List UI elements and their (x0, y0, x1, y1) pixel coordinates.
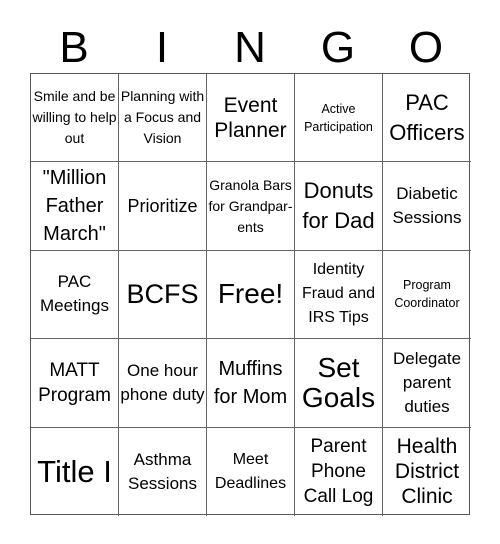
bingo-cell[interactable]: PAC Officers (383, 74, 471, 163)
cell-text: Diabetic Sessions (392, 184, 462, 228)
cell-text: Planning with a Focus and Vision (120, 88, 205, 147)
bingo-cell[interactable]: Active Participation (295, 74, 383, 163)
bingo-cell[interactable]: One hour phone duty (119, 339, 207, 428)
header-letter-i: I (155, 23, 169, 72)
bingo-cell[interactable]: Delegate parent duties (383, 339, 471, 428)
bingo-cell[interactable]: Program Coordinator (383, 251, 471, 340)
bingo-card-grid: Smile and be willing to help out Plannin… (30, 73, 471, 516)
cell-text: Program Coordinator (394, 278, 460, 311)
cell-text: PAC Meetings (40, 272, 109, 316)
cell-text: Granola Bars for Grandpar-ents (208, 176, 293, 235)
header-letter-o: O (408, 23, 444, 72)
cell-text: BCFS (126, 278, 199, 309)
cell-text: Title I (37, 453, 112, 489)
bingo-cell[interactable]: MATT Program (31, 339, 119, 428)
cell-text: Event Planner (214, 93, 287, 142)
cell-text: Identity Fraud and IRS Tips (302, 261, 375, 327)
cell-text: Meet Deadlines (214, 450, 287, 492)
bingo-cell[interactable]: Title I (31, 427, 119, 516)
bingo-cell[interactable]: "Million Father March" (31, 162, 119, 251)
cell-text: MATT Program (38, 359, 111, 406)
bingo-cell[interactable]: Set Goals (295, 339, 383, 428)
bingo-cell[interactable]: Meet Deadlines (207, 427, 295, 516)
bingo-cell[interactable]: PAC Meetings (31, 250, 119, 340)
header-letter-b: B (59, 23, 89, 72)
header-letter-g: G (320, 23, 356, 72)
bingo-cell[interactable]: Health District Clinic (383, 428, 471, 516)
bingo-cell[interactable]: Donuts for Dad (295, 162, 383, 251)
cell-text: PAC Officers (389, 89, 465, 145)
cell-text: Free! (217, 278, 284, 310)
cell-text: Muffins for Mom (213, 357, 288, 408)
cell-text: Prioritize (127, 196, 198, 217)
bingo-cell[interactable]: Smile and be willing to help out (31, 74, 119, 163)
cell-text: Asthma Sessions (128, 449, 197, 493)
bingo-cell[interactable]: Parent Phone Call Log (295, 427, 383, 516)
cell-text: One hour phone duty (120, 360, 205, 404)
cell-text: Delegate parent duties (392, 348, 462, 416)
bingo-cell[interactable]: Planning with a Focus and Vision (119, 74, 207, 163)
bingo-header: B I N G O (30, 22, 470, 74)
cell-text: Smile and be willing to help out (32, 88, 117, 147)
bingo-cell[interactable]: Identity Fraud and IRS Tips (295, 250, 383, 340)
bingo-cell[interactable]: Event Planner (207, 74, 295, 163)
bingo-cell[interactable]: Granola Bars for Grandpar-ents (207, 162, 295, 251)
bingo-cell[interactable]: BCFS (119, 250, 207, 340)
bingo-cell[interactable]: Prioritize (119, 162, 207, 251)
cell-text: Donuts for Dad (302, 178, 375, 234)
cell-text: Active Participation (304, 101, 373, 134)
header-letter-n: N (234, 23, 266, 72)
cell-text: Set Goals (301, 351, 376, 413)
cell-text: Health District Clinic (394, 435, 460, 509)
free-space[interactable]: Free! (207, 250, 295, 340)
cell-text: Parent Phone Call Log (303, 436, 374, 508)
bingo-cell[interactable]: Diabetic Sessions (383, 162, 471, 251)
cell-text: "Million Father March" (42, 167, 107, 246)
bingo-cell[interactable]: Asthma Sessions (119, 427, 207, 516)
bingo-cell[interactable]: Muffins for Mom (207, 339, 295, 428)
